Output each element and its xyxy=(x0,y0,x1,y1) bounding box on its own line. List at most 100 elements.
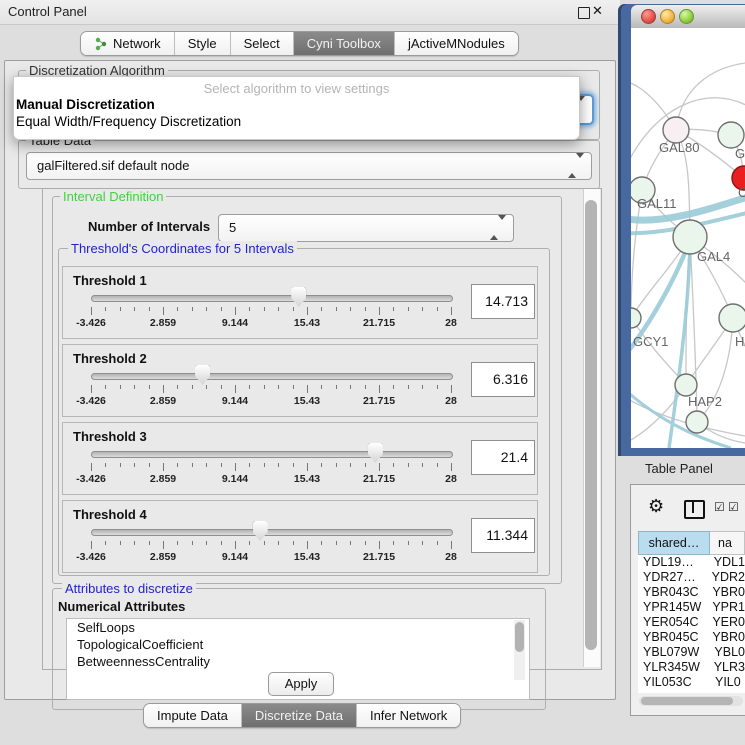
combo-up-arrow-icon xyxy=(490,220,498,240)
close-icon[interactable]: ✕ xyxy=(592,3,603,19)
threshold-4-panel: Threshold 4 -3.4262.8599.14415.4321.7152… xyxy=(62,500,538,573)
tab-infer-network[interactable]: Infer Network xyxy=(357,704,460,727)
table-header-row: shared… na xyxy=(638,531,745,555)
threshold-1-slider-track[interactable] xyxy=(91,295,453,302)
threshold-4-value-field[interactable]: 11.344 xyxy=(471,518,535,553)
threshold-2-slider-track[interactable] xyxy=(91,373,453,380)
combo-up-arrow-icon xyxy=(568,158,576,178)
application-root: Control Panel ✕ Network Style Select Cyn… xyxy=(0,0,745,745)
threshold-1-panel: Threshold 1 -3.4262.8599.14415.4321.7152… xyxy=(62,266,538,339)
slider-tick-labels: -3.4262.8599.14415.4321.71528 xyxy=(91,551,451,565)
tab-style-label: Style xyxy=(188,36,217,51)
table-row[interactable]: YIL053CYIL0 xyxy=(638,675,745,690)
threshold-3-value-field[interactable]: 21.4 xyxy=(471,440,535,475)
threshold-2-slider-thumb[interactable] xyxy=(195,365,210,385)
tab-impute-data-label: Impute Data xyxy=(157,708,228,723)
slider-ticks xyxy=(91,385,451,393)
table-row[interactable]: YBR043CYBR0 xyxy=(638,585,745,600)
node-label-clipped-ga: GA xyxy=(735,146,745,161)
node-label-gal4: GAL4 xyxy=(697,249,730,264)
node-label-clipped-c: C xyxy=(738,185,745,200)
window-minimize-traffic-light[interactable] xyxy=(660,9,675,24)
threshold-2-label: Threshold 2 xyxy=(73,351,147,366)
column-header-name[interactable]: na xyxy=(710,531,745,555)
table-row[interactable]: YBL079WYBL0 xyxy=(638,645,745,660)
checkbox-icon[interactable]: ☑ xyxy=(728,500,739,514)
number-of-intervals-combobox[interactable]: 5 xyxy=(218,214,514,242)
node-label-clipped-ha: HA xyxy=(735,334,745,349)
threshold-4-slider-thumb[interactable] xyxy=(253,521,268,541)
panel-scrollbar-thumb[interactable] xyxy=(585,200,597,650)
tab-discretize-data[interactable]: Discretize Data xyxy=(242,704,357,727)
tab-cyni-toolbox[interactable]: Cyni Toolbox xyxy=(294,32,395,55)
slider-ticks xyxy=(91,541,451,549)
number-of-intervals-value: 5 xyxy=(219,220,236,235)
tab-impute-data[interactable]: Impute Data xyxy=(144,704,242,727)
window-zoom-traffic-light[interactable] xyxy=(679,9,694,24)
algorithm-dropdown-popup: Select algorithm to view settings Manual… xyxy=(13,76,580,140)
threshold-3-panel: Threshold 3 -3.4262.8599.14415.4321.7152… xyxy=(62,422,538,495)
node-label-gal11: GAL11 xyxy=(637,196,677,211)
list-item[interactable]: BetweennessCentrality xyxy=(67,653,529,670)
table-data-combobox[interactable]: galFiltered.sif default node xyxy=(26,152,592,180)
node-right-mid xyxy=(719,304,745,332)
dropdown-option-manual-discretization[interactable]: Manual Discretization xyxy=(14,96,579,113)
tab-jactivemnodules[interactable]: jActiveMNodules xyxy=(395,32,518,55)
threshold-2-value-field[interactable]: 6.316 xyxy=(471,362,535,397)
tab-select[interactable]: Select xyxy=(231,32,294,55)
tab-style[interactable]: Style xyxy=(175,32,231,55)
slider-ticks xyxy=(91,307,451,315)
checkbox-icon[interactable]: ☑ xyxy=(714,500,725,514)
attributes-group-title: Attributes to discretize xyxy=(62,581,196,596)
list-scrollbar[interactable] xyxy=(514,620,525,680)
node-label-hap2: HAP2 xyxy=(688,394,722,409)
node-label-gal80: GAL80 xyxy=(659,140,699,155)
table-row[interactable]: YPR145WYPR1 xyxy=(638,600,745,615)
thresholds-group-title: Threshold's Coordinates for 5 Intervals xyxy=(68,241,297,256)
combo-down-arrow-icon xyxy=(576,153,584,173)
table-horizontal-scrollbar[interactable] xyxy=(639,696,743,706)
dropdown-option-equal-width-frequency[interactable]: Equal Width/Frequency Discretization xyxy=(14,113,579,130)
threshold-3-slider-track[interactable] xyxy=(91,451,453,458)
tab-select-label: Select xyxy=(244,36,280,51)
gear-icon[interactable]: ⚙ xyxy=(648,496,664,517)
bottom-tab-bar: Impute Data Discretize Data Infer Networ… xyxy=(143,703,461,728)
node-gcy1 xyxy=(631,308,641,328)
slider-ticks xyxy=(91,463,451,471)
table-row[interactable]: YBR045CYBR0 xyxy=(638,630,745,645)
interval-definition-title: Interval Definition xyxy=(60,189,166,204)
list-item[interactable]: TopologicalCoefficient xyxy=(67,636,529,653)
threshold-1-label: Threshold 1 xyxy=(73,273,147,288)
panel-title: Control Panel xyxy=(8,4,87,19)
threshold-4-slider-track[interactable] xyxy=(91,529,453,536)
threshold-2-panel: Threshold 2 -3.4262.8599.14415.4321.7152… xyxy=(62,344,538,417)
table-data-selected-value: galFiltered.sif default node xyxy=(27,158,189,173)
column-header-shared-name[interactable]: shared… xyxy=(638,531,710,555)
tab-jactivemnodules-label: jActiveMNodules xyxy=(408,36,505,51)
threshold-3-slider-thumb[interactable] xyxy=(368,443,383,463)
window-close-traffic-light[interactable] xyxy=(641,9,656,24)
table-row[interactable]: YDL19…YDL1 xyxy=(638,555,745,570)
tab-network-label: Network xyxy=(113,36,161,51)
table-row[interactable]: YER054CYER0 xyxy=(638,615,745,630)
threshold-1-value-field[interactable]: 14.713 xyxy=(471,284,535,319)
combo-down-arrow-icon xyxy=(498,215,506,235)
split-columns-icon[interactable] xyxy=(684,500,705,519)
slider-tick-labels: -3.4262.8599.14415.4321.71528 xyxy=(91,395,451,409)
slider-tick-labels: -3.4262.8599.14415.4321.71528 xyxy=(91,317,451,331)
apply-button[interactable]: Apply xyxy=(268,672,334,696)
network-canvas[interactable]: GAL80 GA C GAL11 GAL4 GCY1 HA HAP2 xyxy=(631,28,745,448)
dropdown-placeholder-item: Select algorithm to view settings xyxy=(14,81,579,96)
node-label-gcy1: GCY1 xyxy=(633,334,668,349)
slider-tick-labels: -3.4262.8599.14415.4321.71528 xyxy=(91,473,451,487)
float-window-icon[interactable] xyxy=(578,7,590,19)
numerical-attributes-label: Numerical Attributes xyxy=(58,599,185,614)
tab-network[interactable]: Network xyxy=(81,32,175,55)
number-of-intervals-label: Number of Intervals xyxy=(88,219,210,234)
table-row[interactable]: YLR345WYLR3 xyxy=(638,660,745,675)
threshold-1-slider-thumb[interactable] xyxy=(291,287,306,307)
node-hap2 xyxy=(675,374,697,396)
node-bottom-partial xyxy=(686,411,708,433)
table-row[interactable]: YDR27…YDR2 xyxy=(638,570,745,585)
list-item[interactable]: SelfLoops xyxy=(67,619,529,636)
